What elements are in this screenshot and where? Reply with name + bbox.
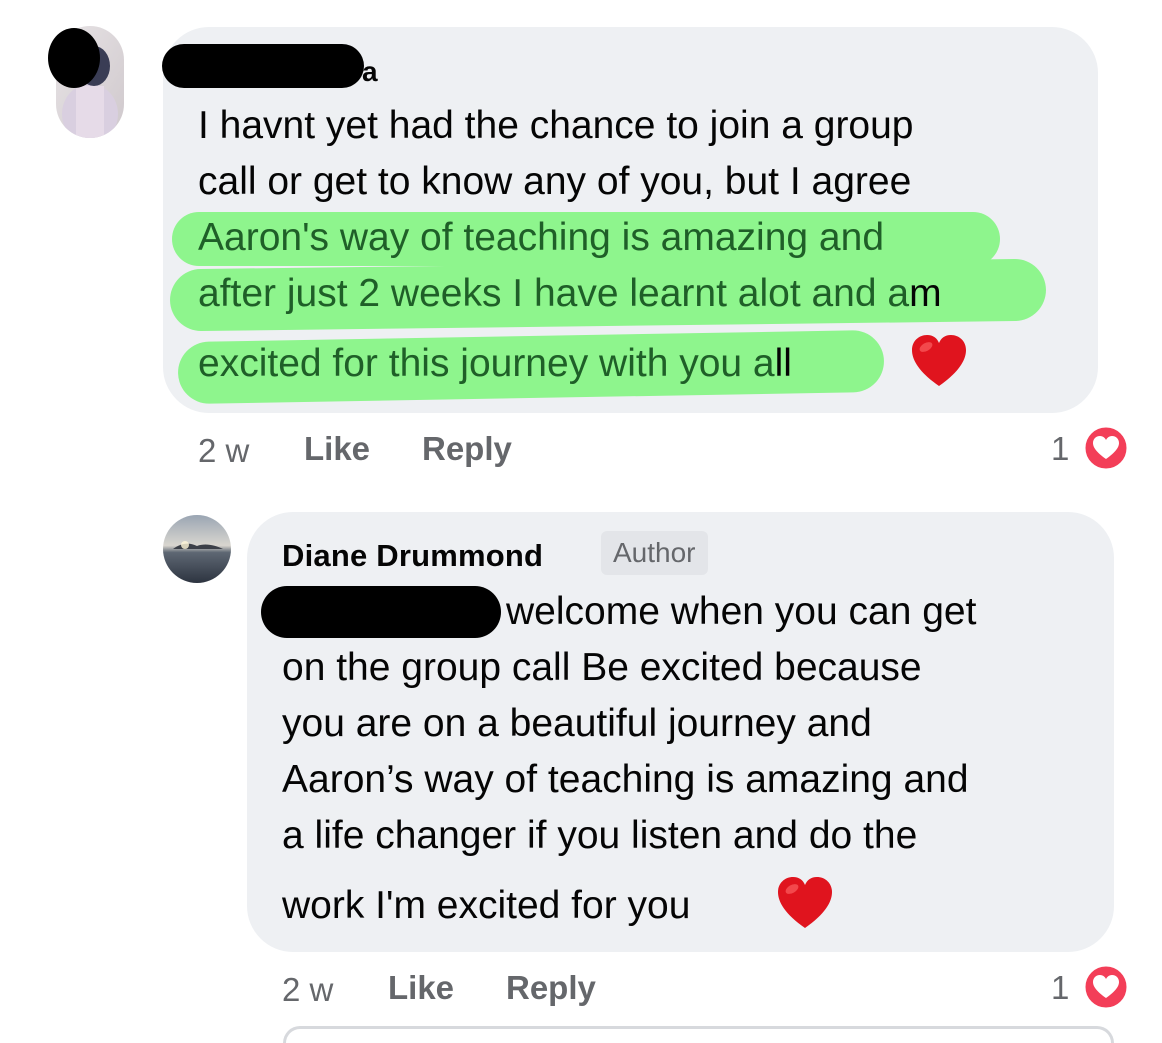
comment-text-line: call or get to know any of you, but I ag… [198,160,912,203]
commenter-name-fragment[interactable]: a [362,56,378,88]
love-reaction-icon[interactable] [1082,424,1130,477]
reply-timestamp[interactable]: 2 w [282,973,333,1006]
like-button[interactable]: Like [388,971,454,1004]
highlighted-text: after just 2 weeks I have learnt alot an… [198,272,910,315]
love-reaction-icon[interactable] [1082,963,1130,1016]
reply-text-line: a life changer if you listen and do the [282,814,918,857]
reply-text-line: Aaron’s way of teaching is amazing and [282,758,969,801]
red-heart-emoji [777,876,833,935]
reply-button[interactable]: Reply [422,432,512,465]
highlighted-text: excited for this journey with you a [198,342,775,385]
comment-text-line: after just 2 weeks I have learnt alot an… [198,274,942,313]
reply-author-name[interactable]: Diane Drummond [282,538,543,574]
reply-text-line: work I'm excited for you [282,884,691,927]
comment-text-line: I havnt yet had the chance to join a gro… [198,104,914,147]
plain-text: m [909,272,942,315]
redacted-commenter-name [162,44,364,88]
redacted-mention [261,586,501,638]
reply-text-line: welcome when you can get [506,590,977,633]
reaction-count[interactable]: 1 [1051,432,1069,465]
redaction-mark [48,28,100,88]
like-button[interactable]: Like [304,432,370,465]
plain-text: ll [774,342,792,385]
reaction-count[interactable]: 1 [1051,971,1069,1004]
comment-text-line: Aaron's way of teaching is amazing and [198,216,885,259]
comment-text-line: excited for this journey with you all [198,344,792,383]
author-badge: Author [601,531,708,575]
reply-button[interactable]: Reply [506,971,596,1004]
reply-text-line: on the group call Be excited because [282,646,922,689]
author-avatar[interactable] [163,515,231,583]
comment-timestamp[interactable]: 2 w [198,434,249,467]
red-heart-emoji [911,334,967,393]
reply-text-line: you are on a beautiful journey and [282,702,872,745]
